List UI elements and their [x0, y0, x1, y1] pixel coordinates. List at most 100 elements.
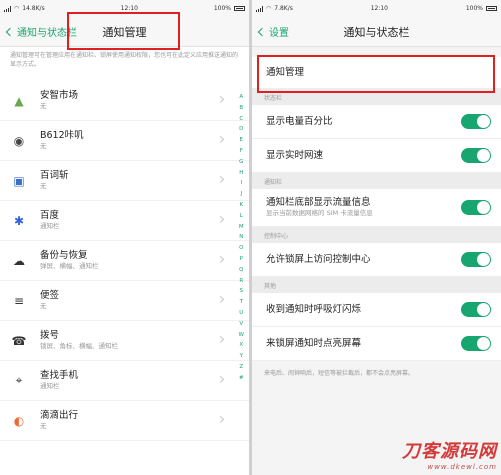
alphabet-index[interactable]: A B C D E F G H I J K L M N O P Q R S T U V W X Y Z #: [239, 92, 244, 384]
app-row[interactable]: ▣ 百词斩无: [0, 161, 249, 201]
app-notification-type: 锁屏、角标、横幅、通知栏: [40, 342, 118, 350]
app-notification-type: 无: [40, 142, 47, 150]
page-title: 通知与状态栏: [343, 25, 410, 39]
setting-toggle[interactable]: [461, 148, 491, 163]
setting-toggle[interactable]: [461, 302, 491, 317]
network-speed: 14.8K/s: [22, 5, 45, 12]
baidu-paw-icon: ✱: [13, 213, 25, 228]
index-letter[interactable]: M: [239, 222, 244, 233]
index-letter[interactable]: W: [239, 330, 244, 341]
index-letter[interactable]: H: [239, 168, 243, 179]
highlight-box-title: [67, 12, 180, 50]
app-row[interactable]: ☎ 拨号 锁屏、角标、横幅、通知栏: [0, 321, 249, 361]
chevron-left-icon: [257, 27, 267, 36]
index-letter[interactable]: C: [239, 114, 243, 125]
index-letter[interactable]: D: [239, 124, 243, 135]
index-letter[interactable]: R: [239, 276, 243, 287]
setting-row: 来锁屏通知时点亮屏幕: [252, 327, 501, 361]
battery-icon: [234, 6, 245, 11]
signal-icon: [256, 5, 263, 12]
toggle-knob: [477, 115, 490, 128]
setting-row: 允许锁屏上访问控制中心: [252, 243, 501, 277]
setting-toggle[interactable]: [461, 200, 491, 215]
index-letter[interactable]: #: [239, 373, 244, 384]
section-header: 其他: [252, 277, 501, 293]
setting-toggle[interactable]: [461, 114, 491, 129]
index-letter[interactable]: E: [240, 135, 243, 146]
section-header: 通知栏: [252, 173, 501, 189]
status-bar: ◠ 7.8K/s 12:10 100%: [252, 0, 501, 17]
didi-icon: ◐: [13, 413, 25, 428]
setting-label: 允许锁屏上访问控制中心: [266, 253, 371, 265]
index-letter[interactable]: T: [240, 297, 243, 308]
index-letter[interactable]: K: [239, 200, 243, 211]
back-button[interactable]: 通知与状态栏: [0, 24, 77, 39]
status-time: 12:10: [120, 5, 138, 12]
index-letter[interactable]: Q: [239, 265, 243, 276]
word-app-icon: ▣: [13, 173, 25, 188]
index-letter[interactable]: B: [239, 103, 243, 114]
watermark: 刀客源码网 www.dkewl.com: [402, 437, 497, 471]
index-letter[interactable]: A: [239, 92, 243, 103]
notification-management-screen: ◠ 14.8K/s 12:10 100% 通知与状态栏 通知管理 通知管理可在管…: [0, 0, 249, 475]
battery-percent: 100%: [213, 5, 231, 12]
setting-row: 收到通知时呼吸灯闪烁: [252, 293, 501, 327]
settings-sections: 状态栏 显示电量百分比 显示实时网速 通知栏 通知栏底部显示流量信息 显示当前数据网络的 …: [252, 89, 501, 361]
android-market-icon: ▲: [14, 93, 24, 108]
index-letter[interactable]: Y: [240, 351, 243, 362]
app-row[interactable]: ◉ B612咔叽无: [0, 121, 249, 161]
back-button[interactable]: 设置: [252, 24, 289, 39]
index-letter[interactable]: V: [239, 319, 243, 330]
app-row[interactable]: ✱ 百度 通知栏: [0, 201, 249, 241]
index-letter[interactable]: O: [239, 243, 243, 254]
highlight-box-notification-management: [257, 55, 495, 93]
setting-label: 通知栏底部显示流量信息: [266, 197, 371, 208]
setting-label: 显示电量百分比: [266, 115, 333, 127]
battery-percent: 100%: [465, 5, 483, 12]
section-header: 控制中心: [252, 227, 501, 243]
find-phone-icon: ⌖: [15, 373, 23, 387]
index-letter[interactable]: P: [240, 254, 243, 265]
app-row[interactable]: ▲ 安智市场无: [0, 81, 249, 121]
setting-label: 显示实时网速: [266, 149, 324, 161]
index-letter[interactable]: F: [240, 146, 243, 157]
setting-toggle[interactable]: [461, 252, 491, 267]
app-row[interactable]: ☁ 备份与恢复 弹屏、横幅、通知栏: [0, 241, 249, 281]
index-letter[interactable]: L: [240, 211, 243, 222]
toggle-knob: [477, 149, 490, 162]
setting-toggle[interactable]: [461, 336, 491, 351]
index-letter[interactable]: S: [240, 286, 244, 297]
app-row[interactable]: ⌖ 查找手机 通知栏: [0, 361, 249, 401]
toggle-knob: [477, 253, 490, 266]
app-notification-type: 无: [40, 102, 47, 110]
battery-icon: [485, 6, 497, 11]
setting-row: 通知栏底部显示流量信息 显示当前数据网络的 SIM 卡流量信息: [252, 189, 501, 227]
watermark-url: www.dkewl.com: [427, 463, 497, 471]
index-letter[interactable]: X: [239, 340, 243, 351]
status-time: 12:10: [370, 5, 388, 12]
camera-app-icon: ◉: [13, 133, 25, 148]
app-notification-type: 通知栏: [40, 382, 60, 390]
nav-bar: 设置 通知与状态栏: [252, 17, 501, 47]
setting-description: 显示当前数据网络的 SIM 卡流量信息: [266, 209, 373, 217]
notes-icon: ≡: [13, 293, 25, 308]
network-speed: 7.8K/s: [274, 5, 293, 12]
backup-cloud-icon: ☁: [13, 253, 25, 268]
index-letter[interactable]: Z: [239, 362, 243, 373]
index-letter[interactable]: I: [240, 178, 242, 189]
setting-row: 显示电量百分比: [252, 105, 501, 139]
setting-label: 来锁屏通知时点亮屏幕: [266, 337, 362, 349]
index-letter[interactable]: G: [239, 157, 243, 168]
back-label: 设置: [269, 28, 289, 39]
setting-row: 显示实时网速: [252, 139, 501, 173]
app-notification-type: 无: [40, 182, 47, 190]
app-row[interactable]: ◐ 滴滴出行无: [0, 401, 249, 441]
index-letter[interactable]: N: [239, 232, 243, 243]
index-letter[interactable]: J: [240, 189, 242, 200]
index-letter[interactable]: U: [239, 308, 243, 319]
app-notification-type: 弹屏、横幅、通知栏: [40, 262, 99, 270]
signal-icon: [4, 5, 11, 12]
page-description: 通知管理可在管理应用在通知栏、锁屏使用通知权限，您也可在此定义应用推送通知的显示…: [10, 52, 239, 68]
app-row[interactable]: ≡ 便签无: [0, 281, 249, 321]
chevron-left-icon: [5, 27, 15, 36]
